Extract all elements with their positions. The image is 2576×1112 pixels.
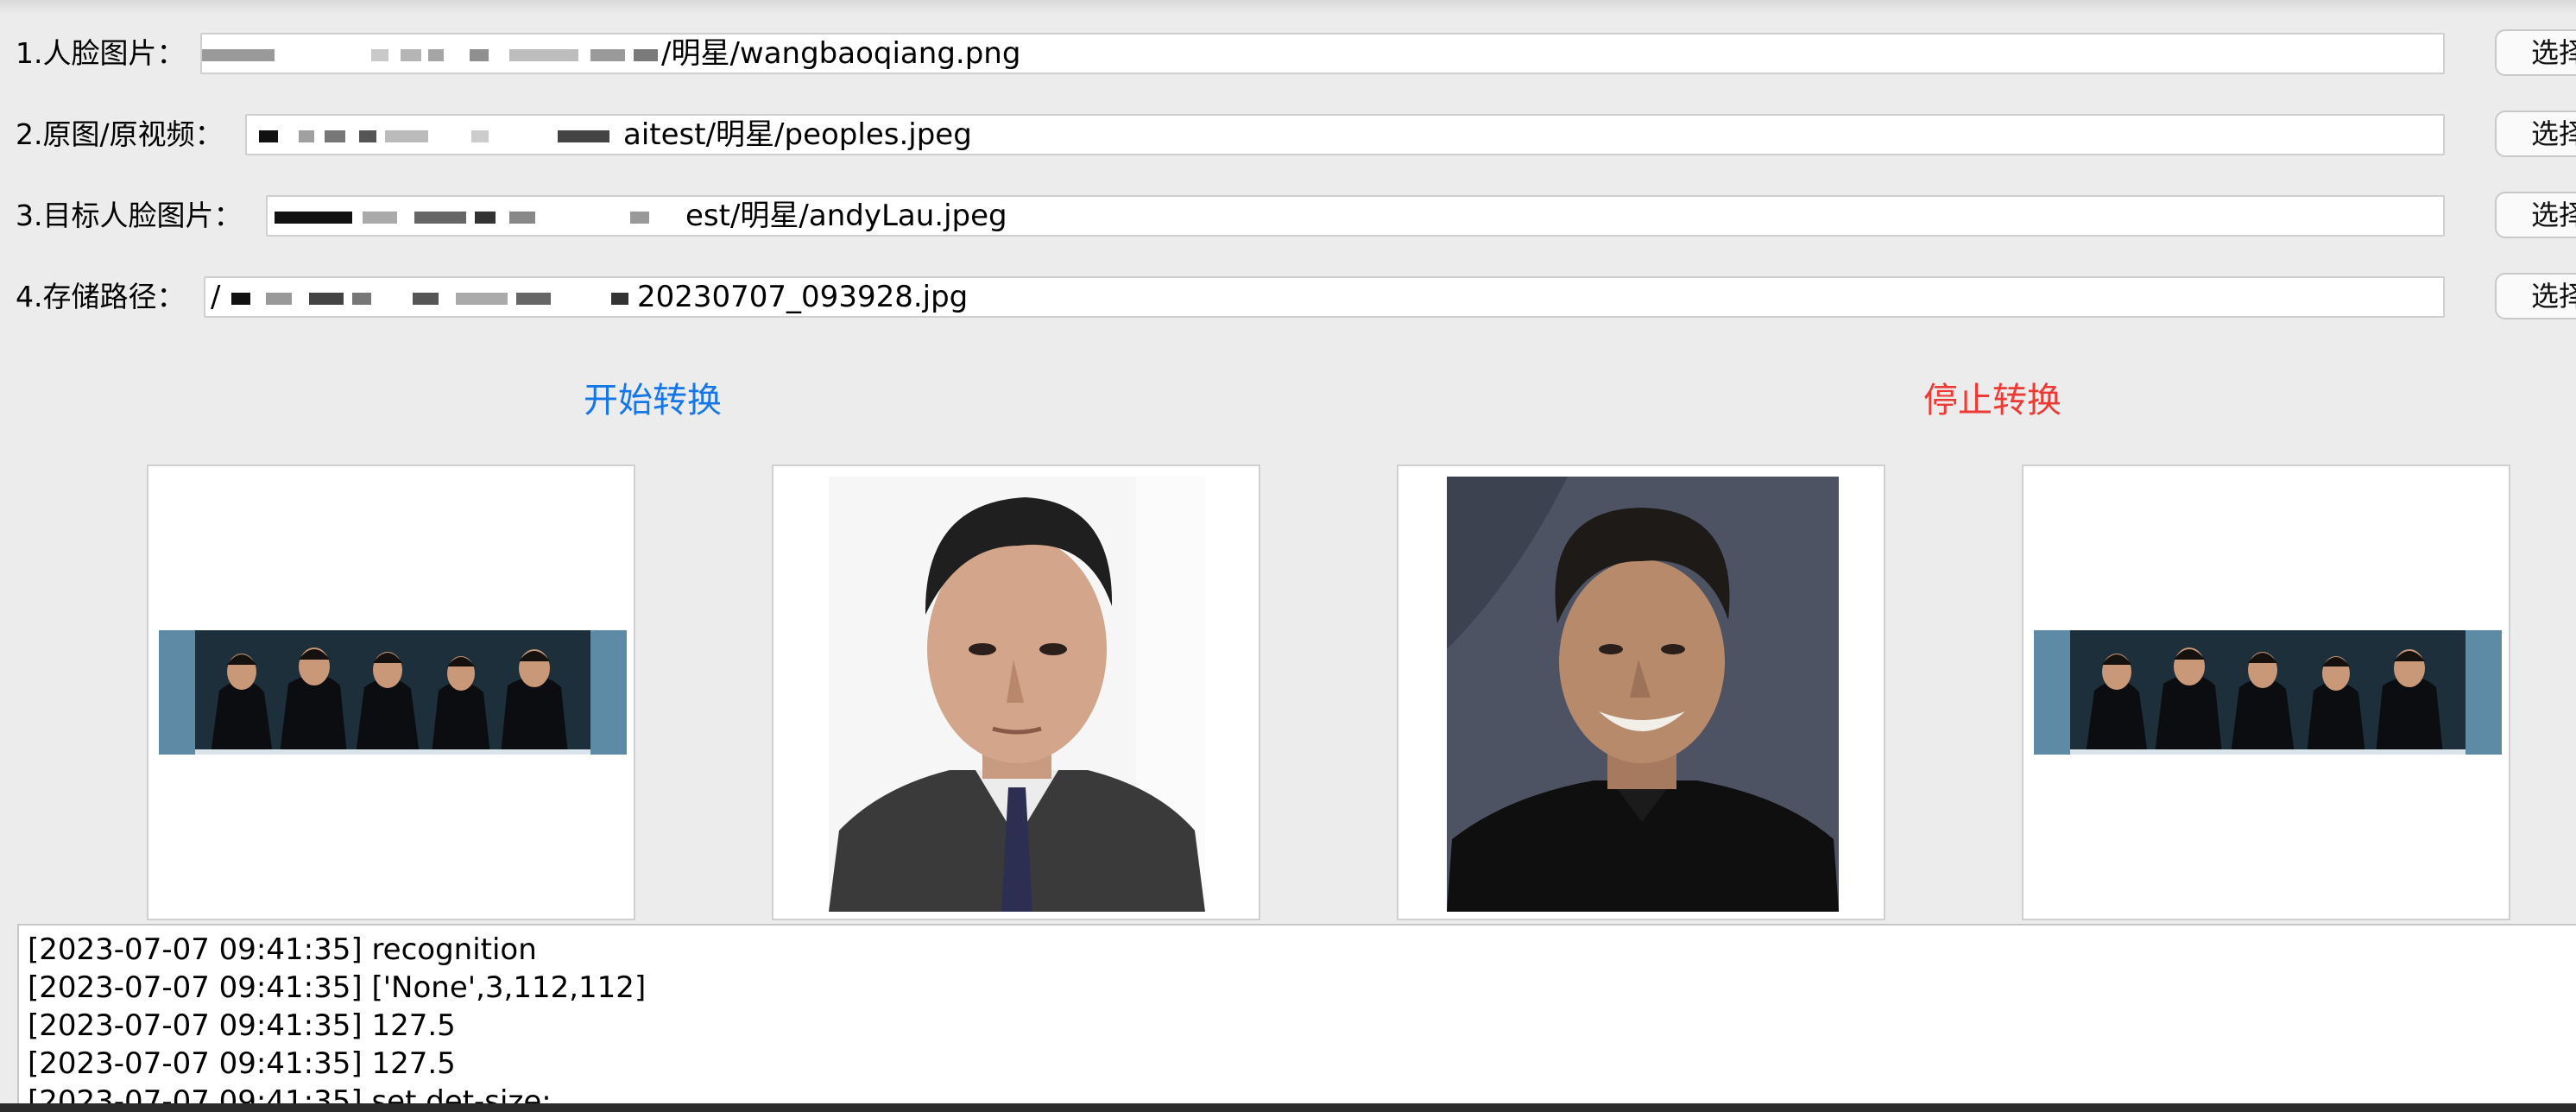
output-path-text: 20230707_093928.jpg	[637, 280, 969, 314]
redacted-path-mask	[231, 278, 637, 316]
output-path-label: 4.存储路径：	[16, 280, 186, 313]
log-line: [2023-07-07 09:41:35] 127.5	[28, 1008, 456, 1043]
face-image-path-text: /明星/wangbaoqiang.png	[661, 36, 1021, 71]
taskbar-edge	[0, 1103, 2576, 1112]
select-target-face-button[interactable]: 选择	[2495, 192, 2576, 238]
start-convert-button[interactable]: 开始转换	[584, 373, 722, 428]
source-media-path-field[interactable]: aitest/明星/peoples.jpeg	[245, 114, 2445, 155]
log-line: [2023-07-07 09:41:35] recognition	[28, 932, 537, 967]
output-path-field[interactable]: / 20230707_093928.jpg	[204, 276, 2445, 318]
output-path-prefix: /	[211, 280, 221, 314]
stop-convert-button[interactable]: 停止转换	[1923, 373, 2061, 428]
result-poster-image	[2034, 630, 2502, 755]
select-output-path-button[interactable]: 选择	[2495, 273, 2576, 319]
target-face-path-field[interactable]: est/明星/andyLau.jpeg	[266, 195, 2445, 237]
log-line: [2023-07-07 09:41:35] ['None',3,112,112]	[28, 970, 647, 1005]
group-poster-image	[159, 630, 627, 755]
source-image-preview	[147, 464, 635, 920]
target-face-row: 3.目标人脸图片： est/明星/andyLau.jpeg 选择	[0, 188, 2576, 243]
target-face-preview	[772, 464, 1260, 920]
face-image-path-field[interactable]: /明星/wangbaoqiang.png	[200, 33, 2445, 74]
target-face-photo	[829, 477, 1205, 912]
select-face-image-button[interactable]: 选择	[2495, 29, 2576, 76]
face-photo	[1447, 477, 1839, 912]
redacted-path-mask	[268, 197, 685, 235]
target-face-path-text: est/明星/andyLau.jpeg	[685, 199, 1007, 233]
source-media-row: 2.原图/原视频： aitest/明星/peoples.jpeg 选择	[0, 107, 2576, 162]
log-output[interactable]: [2023-07-07 09:41:35] recognition [2023-…	[17, 924, 2576, 1112]
window-top-edge	[0, 0, 2576, 14]
log-line: [2023-07-07 09:41:35] 127.5	[28, 1046, 456, 1081]
redacted-path-mask	[247, 116, 623, 154]
target-face-label: 3.目标人脸图片：	[16, 199, 243, 232]
redacted-path-mask	[202, 35, 661, 73]
select-source-media-button[interactable]: 选择	[2495, 111, 2576, 157]
source-media-path-text: aitest/明星/peoples.jpeg	[623, 117, 972, 152]
result-image-preview	[2022, 464, 2510, 920]
face-image-row: 1.人脸图片： /明星/wangbaoqiang.png 选择	[0, 26, 2576, 81]
output-path-row: 4.存储路径： / 20230707_093928.jpg 选择	[0, 269, 2576, 325]
face-image-preview	[1397, 464, 1885, 920]
source-media-label: 2.原图/原视频：	[16, 117, 224, 151]
face-image-label: 1.人脸图片：	[16, 36, 186, 70]
